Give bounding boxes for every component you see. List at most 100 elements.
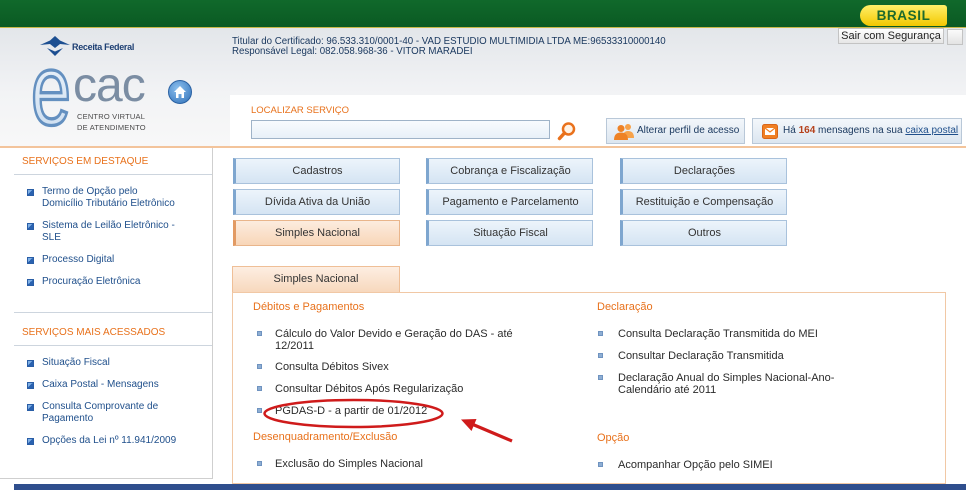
legal-responsible: Responsável Legal: 082.058.968-36 - VITO…: [232, 46, 473, 57]
bullet-icon: [27, 382, 34, 389]
panel-item-pgdas-d[interactable]: PGDAS-D - a partir de 01/2012: [257, 405, 557, 417]
sidebar-item-label: Opções da Lei nº 11.941/2009: [42, 435, 177, 446]
menu-button-cadastros[interactable]: Cadastros: [233, 158, 400, 184]
mailbox-summary: Há 164 mensagens na sua caixa postal: [783, 119, 958, 143]
menu-button-restituicao[interactable]: Restituição e Compensação: [620, 189, 787, 215]
organization-name: Receita Federal: [72, 42, 135, 52]
services-panel: Débitos e Pagamentos Cálculo do Valor De…: [232, 292, 946, 484]
mailbox-prefix: Há: [783, 125, 796, 136]
envelope-icon: [762, 124, 778, 139]
home-button[interactable]: [168, 80, 192, 104]
panel-item-calculo-das[interactable]: Cálculo do Valor Devido e Geração do DAS…: [257, 328, 557, 352]
search-input[interactable]: [251, 120, 550, 139]
panel-item-label: Consultar Declaração Transmitida: [618, 350, 784, 362]
bullet-icon: [598, 462, 603, 467]
bullet-icon: [257, 331, 262, 336]
sidebar-item-procuracao[interactable]: Procuração Eletrônica: [27, 276, 209, 288]
sidebar-item-label: Sistema de Leilão Eletrônico - SLE: [42, 220, 175, 243]
caixa-postal-link[interactable]: caixa postal: [905, 125, 958, 136]
sidebar-item-processo-digital[interactable]: Processo Digital: [27, 254, 209, 266]
sidebar-section-title: SERVIÇOS EM DESTAQUE: [22, 156, 149, 167]
change-profile-button[interactable]: Alterar perfil de acesso: [606, 118, 745, 144]
sidebar-item-label: Processo Digital: [42, 254, 115, 265]
sidebar: SERVIÇOS EM DESTAQUE Termo de Opção pelo…: [0, 148, 213, 479]
bottom-bar: [14, 484, 966, 490]
panel-item-debitos-sivex[interactable]: Consulta Débitos Sivex: [257, 361, 557, 373]
panel-group-title: Desenquadramento/Exclusão: [253, 431, 398, 443]
panel-item-declaracao-mei[interactable]: Consulta Declaração Transmitida do MEI: [598, 328, 898, 340]
bullet-icon: [27, 257, 34, 264]
ecac-logo-mark: e: [31, 68, 71, 130]
search-icon[interactable]: [557, 121, 577, 141]
bullet-icon: [27, 223, 34, 230]
tab-simples-nacional[interactable]: Simples Nacional: [232, 266, 400, 292]
sidebar-item-label: Situação Fiscal: [42, 357, 110, 368]
sidebar-section-title: SERVIÇOS MAIS ACESSADOS: [22, 327, 166, 338]
sidebar-item-comprovante-pagamento[interactable]: Consulta Comprovante de Pagamento: [27, 401, 209, 425]
ecac-logo: e: [30, 68, 73, 130]
sidebar-item-label: Procuração Eletrônica: [42, 276, 141, 287]
menu-button-outros[interactable]: Outros: [620, 220, 787, 246]
profile-icon: [614, 124, 634, 140]
sidebar-item-termo-opcao-dte[interactable]: Termo de Opção pelo Domicílio Tributário…: [27, 186, 209, 210]
panel-item-label: Consultar Débitos Após Regularização: [275, 383, 464, 395]
panel-item-exclusao[interactable]: Exclusão do Simples Nacional: [257, 458, 557, 470]
panel-item-debitos-regularizacao[interactable]: Consultar Débitos Após Regularização: [257, 383, 557, 395]
panel-item-declaracao-anual[interactable]: Declaração Anual do Simples Nacional-Ano…: [598, 372, 898, 396]
sidebar-divider: [14, 174, 212, 175]
panel-item-label: Acompanhar Opção pelo SIMEI: [618, 459, 773, 471]
search-label: LOCALIZAR SERVIÇO: [251, 105, 350, 116]
menu-button-cobranca[interactable]: Cobrança e Fiscalização: [426, 158, 593, 184]
change-profile-label: Alterar perfil de acesso: [637, 125, 740, 136]
panel-item-label: Exclusão do Simples Nacional: [275, 458, 423, 470]
panel-item-opcao-simei[interactable]: Acompanhar Opção pelo SIMEI: [598, 459, 898, 471]
sidebar-item-label: Consulta Comprovante de Pagamento: [42, 401, 159, 424]
mailbox-button[interactable]: Há 164 mensagens na sua caixa postal: [752, 118, 962, 144]
sidebar-item-label: Caixa Postal - Mensagens: [42, 379, 159, 390]
ecac-subtitle-line-2: DE ATENDIMENTO: [77, 123, 146, 132]
bullet-icon: [598, 375, 603, 380]
menu-button-divida-ativa[interactable]: Dívida Ativa da União: [233, 189, 400, 215]
bullet-icon: [257, 386, 262, 391]
bullet-icon: [27, 360, 34, 367]
mailbox-text: mensagens na sua: [818, 125, 903, 136]
sidebar-item-lei-11941[interactable]: Opções da Lei nº 11.941/2009: [27, 435, 209, 447]
menu-button-simples-nacional[interactable]: Simples Nacional: [233, 220, 400, 246]
menu-button-declaracoes[interactable]: Declarações: [620, 158, 787, 184]
sidebar-item-label: Termo de Opção pelo Domicílio Tributário…: [42, 186, 175, 209]
menu-button-pagamento[interactable]: Pagamento e Parcelamento: [426, 189, 593, 215]
sidebar-divider: [14, 312, 212, 313]
sidebar-item-situacao-fiscal[interactable]: Situação Fiscal: [27, 357, 209, 369]
panel-item-label: PGDAS-D - a partir de 01/2012: [275, 405, 428, 417]
panel-item-label: Declaração Anual do Simples Nacional-Ano…: [618, 372, 835, 396]
logout-button[interactable]: Sair com Segurança: [838, 28, 944, 44]
ecac-subtitle-line-1: CENTRO VIRTUAL: [77, 112, 146, 121]
panel-group-title: Declaração: [597, 301, 653, 313]
sidebar-item-caixa-postal[interactable]: Caixa Postal - Mensagens: [27, 379, 209, 391]
bullet-icon: [27, 404, 34, 411]
bullet-icon: [27, 279, 34, 286]
menu-button-situacao-fiscal[interactable]: Situação Fiscal: [426, 220, 593, 246]
panel-group-title: Débitos e Pagamentos: [253, 301, 365, 313]
panel-item-label: Cálculo do Valor Devido e Geração do DAS…: [275, 328, 513, 352]
bullet-icon: [27, 438, 34, 445]
bullet-icon: [598, 353, 603, 358]
panel-group-title: Opção: [597, 432, 630, 444]
receita-federal-emblem: [40, 36, 70, 56]
brasil-badge[interactable]: BRASIL: [860, 5, 947, 26]
mailbox-count: 164: [798, 125, 816, 136]
home-icon: [174, 86, 186, 98]
sidebar-item-leilao-eletronico[interactable]: Sistema de Leilão Eletrônico - SLE: [27, 220, 209, 244]
ecac-wordmark: cac: [73, 59, 146, 112]
exit-icon[interactable]: [947, 29, 963, 45]
bullet-icon: [257, 364, 262, 369]
bullet-icon: [257, 408, 262, 413]
government-bar: BRASIL: [0, 0, 966, 28]
panel-item-label: Consulta Declaração Transmitida do MEI: [618, 328, 818, 340]
panel-item-label: Consulta Débitos Sivex: [275, 361, 389, 373]
bullet-icon: [598, 331, 603, 336]
bullet-icon: [27, 189, 34, 196]
panel-item-declaracao-transmitida[interactable]: Consultar Declaração Transmitida: [598, 350, 898, 362]
sidebar-divider: [14, 345, 212, 346]
bullet-icon: [257, 461, 262, 466]
